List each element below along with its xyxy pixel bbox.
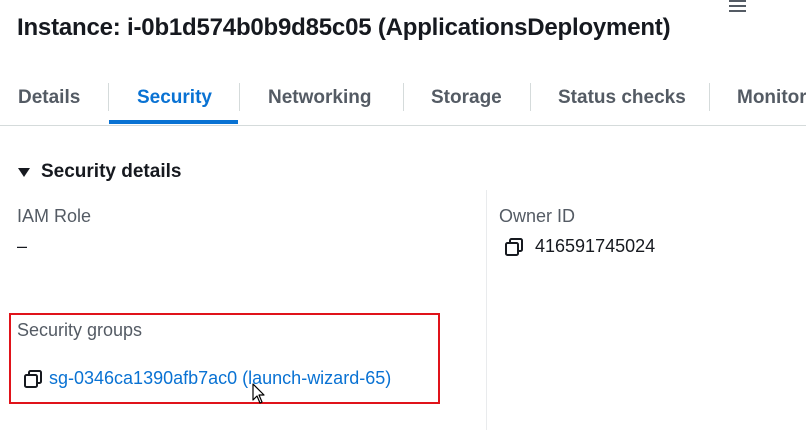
tab-storage[interactable]: Storage [431,70,502,124]
security-details-toggle[interactable]: Security details [17,158,181,186]
mouse-pointer-icon [252,383,265,404]
caret-down-icon [18,168,30,177]
copy-icon[interactable] [505,238,523,256]
tab-divider [709,83,710,111]
page-title: Instance: i-0b1d574b0b9d85c05 (Applicati… [17,14,671,41]
owner-id-label: Owner ID [499,206,576,226]
tab-monitoring[interactable]: Monitoring [737,70,806,124]
tab-bar: Details Security Networking Storage Stat… [0,70,806,126]
tab-divider [403,83,404,111]
active-tab-indicator [109,120,238,124]
tab-security[interactable]: Security [137,70,212,124]
tab-details[interactable]: Details [18,70,80,124]
tab-divider [239,83,240,111]
iam-role-value: – [17,236,28,256]
owner-id-value: 416591745024 [535,236,656,256]
hamburger-menu-icon[interactable] [729,0,746,12]
tab-divider [530,83,531,111]
tab-divider [108,83,109,111]
tab-status-checks[interactable]: Status checks [558,70,686,124]
tab-networking[interactable]: Networking [268,70,371,124]
section-heading: Security details [41,161,182,182]
iam-role-label: IAM Role [17,206,92,226]
column-divider [486,190,487,430]
highlight-annotation-box [9,313,440,404]
